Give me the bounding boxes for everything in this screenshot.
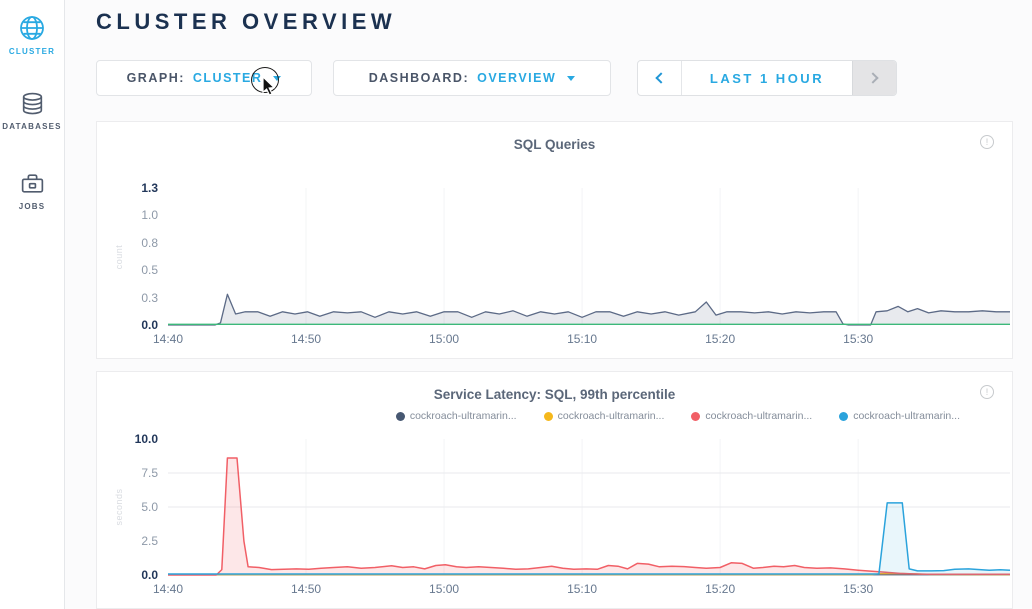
time-range-value[interactable]: LAST 1 HOUR xyxy=(682,61,852,95)
y-tick-label: 10.0 xyxy=(97,431,158,447)
chart-canvas xyxy=(168,439,1010,577)
graph-dropdown-value: CLUSTER xyxy=(193,71,263,85)
page-title: CLUSTER OVERVIEW xyxy=(96,9,396,35)
briefcase-icon xyxy=(19,171,46,198)
legend-dot-icon xyxy=(544,412,553,421)
y-tick-label: 0.0 xyxy=(97,567,158,583)
chevron-down-icon xyxy=(273,76,281,81)
x-tick-label: 14:50 xyxy=(282,332,330,346)
time-range-selector: LAST 1 HOUR xyxy=(637,60,897,96)
x-tick-label: 15:10 xyxy=(558,332,606,346)
y-tick-label: 0.0 xyxy=(97,317,158,333)
dashboard-dropdown[interactable]: DASHBOARD: OVERVIEW xyxy=(333,60,611,96)
y-tick-label: 2.5 xyxy=(97,533,158,549)
graph-dropdown-label: GRAPH: xyxy=(127,71,185,85)
sidebar: CLUSTER DATABASES JOBS xyxy=(0,0,65,609)
y-tick-label: 7.5 xyxy=(97,465,158,481)
legend-label: cockroach-ultramarin... xyxy=(410,410,517,422)
chart-legend: cockroach-ultramarin... cockroach-ultrama… xyxy=(396,410,960,422)
x-tick-label: 14:50 xyxy=(282,582,330,596)
sidebar-item-databases[interactable]: DATABASES xyxy=(0,91,64,131)
legend-item[interactable]: cockroach-ultramarin... xyxy=(396,410,517,422)
database-icon xyxy=(19,91,46,118)
chevron-left-icon xyxy=(655,72,666,83)
y-tick-label: 0.5 xyxy=(97,262,158,278)
legend-dot-icon xyxy=(396,412,405,421)
x-tick-label: 14:40 xyxy=(144,332,192,346)
legend-item[interactable]: cockroach-ultramarin... xyxy=(691,410,812,422)
legend-label: cockroach-ultramarin... xyxy=(705,410,812,422)
y-tick-label: 5.0 xyxy=(97,499,158,515)
legend-dot-icon xyxy=(691,412,700,421)
sidebar-item-label: JOBS xyxy=(0,202,64,211)
x-tick-label: 15:30 xyxy=(834,582,882,596)
sidebar-item-jobs[interactable]: JOBS xyxy=(0,171,64,211)
sidebar-item-cluster[interactable]: CLUSTER xyxy=(0,13,64,56)
y-tick-label: 0.3 xyxy=(97,290,158,306)
globe-icon xyxy=(17,13,47,43)
chevron-down-icon xyxy=(567,76,575,81)
graph-dropdown[interactable]: GRAPH: CLUSTER xyxy=(96,60,312,96)
chevron-right-icon xyxy=(867,72,878,83)
chart-panel-service-latency: Service Latency: SQL, 99th percentile se… xyxy=(96,371,1013,609)
dashboard-dropdown-value: OVERVIEW xyxy=(477,71,556,85)
legend-label: cockroach-ultramarin... xyxy=(853,410,960,422)
y-tick-label: 0.8 xyxy=(97,235,158,251)
x-tick-label: 15:00 xyxy=(420,332,468,346)
time-range-next-button[interactable] xyxy=(852,61,896,95)
x-tick-label: 15:20 xyxy=(696,582,744,596)
sidebar-item-label: DATABASES xyxy=(0,122,64,131)
y-tick-label: 1.0 xyxy=(97,207,158,223)
x-tick-label: 15:20 xyxy=(696,332,744,346)
x-tick-label: 15:30 xyxy=(834,332,882,346)
chart-panel-sql-queries: SQL Queries count0.00.30.50.81.01.314:40… xyxy=(96,121,1013,359)
dashboard-dropdown-label: DASHBOARD: xyxy=(369,71,469,85)
x-tick-label: 15:10 xyxy=(558,582,606,596)
x-tick-label: 14:40 xyxy=(144,582,192,596)
sql-queries-chart: count0.00.30.50.81.01.314:4014:5015:0015… xyxy=(97,122,1012,358)
legend-item[interactable]: cockroach-ultramarin... xyxy=(839,410,960,422)
time-range-prev-button[interactable] xyxy=(638,61,682,95)
y-tick-label: 1.3 xyxy=(97,180,158,196)
chart-canvas xyxy=(168,188,1010,327)
service-latency-chart: seconds0.02.55.07.510.014:4014:5015:0015… xyxy=(97,372,1012,608)
x-tick-label: 15:00 xyxy=(420,582,468,596)
legend-dot-icon xyxy=(839,412,848,421)
legend-item[interactable]: cockroach-ultramarin... xyxy=(544,410,665,422)
legend-label: cockroach-ultramarin... xyxy=(558,410,665,422)
sidebar-item-label: CLUSTER xyxy=(0,47,64,56)
